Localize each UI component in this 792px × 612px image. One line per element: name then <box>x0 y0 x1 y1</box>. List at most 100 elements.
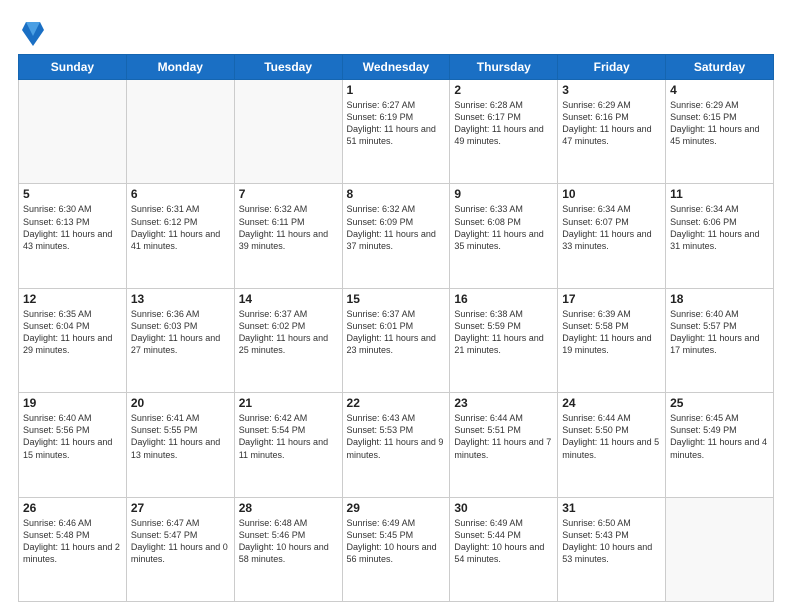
day-info: Sunrise: 6:37 AM Sunset: 6:02 PM Dayligh… <box>239 308 338 357</box>
day-number: 4 <box>670 83 769 97</box>
day-number: 28 <box>239 501 338 515</box>
day-info: Sunrise: 6:46 AM Sunset: 5:48 PM Dayligh… <box>23 517 122 566</box>
day-info: Sunrise: 6:48 AM Sunset: 5:46 PM Dayligh… <box>239 517 338 566</box>
day-number: 6 <box>131 187 230 201</box>
calendar-cell: 21 Sunrise: 6:42 AM Sunset: 5:54 PM Dayli… <box>234 393 342 497</box>
weekday-header: Tuesday <box>234 55 342 80</box>
calendar-cell: 5 Sunrise: 6:30 AM Sunset: 6:13 PM Daylig… <box>19 184 127 288</box>
day-number: 9 <box>454 187 553 201</box>
calendar-cell <box>126 80 234 184</box>
calendar-cell: 26 Sunrise: 6:46 AM Sunset: 5:48 PM Dayli… <box>19 497 127 601</box>
day-info: Sunrise: 6:43 AM Sunset: 5:53 PM Dayligh… <box>347 412 446 461</box>
day-info: Sunrise: 6:35 AM Sunset: 6:04 PM Dayligh… <box>23 308 122 357</box>
day-info: Sunrise: 6:47 AM Sunset: 5:47 PM Dayligh… <box>131 517 230 566</box>
day-info: Sunrise: 6:50 AM Sunset: 5:43 PM Dayligh… <box>562 517 661 566</box>
day-number: 12 <box>23 292 122 306</box>
day-info: Sunrise: 6:28 AM Sunset: 6:17 PM Dayligh… <box>454 99 553 148</box>
calendar-cell: 30Sunrise: 6:49 AM Sunset: 5:44 PM Dayli… <box>450 497 558 601</box>
day-info: Sunrise: 6:33 AM Sunset: 6:08 PM Dayligh… <box>454 203 553 252</box>
day-number: 20 <box>131 396 230 410</box>
weekday-header: Saturday <box>666 55 774 80</box>
day-info: Sunrise: 6:30 AM Sunset: 6:13 PM Dayligh… <box>23 203 122 252</box>
day-number: 15 <box>347 292 446 306</box>
calendar-cell: 4 Sunrise: 6:29 AM Sunset: 6:15 PM Daylig… <box>666 80 774 184</box>
day-number: 14 <box>239 292 338 306</box>
day-number: 3 <box>562 83 661 97</box>
calendar-week-row: 19 Sunrise: 6:40 AM Sunset: 5:56 PM Dayli… <box>19 393 774 497</box>
day-info: Sunrise: 6:42 AM Sunset: 5:54 PM Dayligh… <box>239 412 338 461</box>
weekday-header-row: SundayMondayTuesdayWednesdayThursdayFrid… <box>19 55 774 80</box>
calendar-cell: 9 Sunrise: 6:33 AM Sunset: 6:08 PM Daylig… <box>450 184 558 288</box>
calendar-cell: 24Sunrise: 6:44 AM Sunset: 5:50 PM Dayli… <box>558 393 666 497</box>
day-number: 11 <box>670 187 769 201</box>
day-number: 10 <box>562 187 661 201</box>
calendar-week-row: 5 Sunrise: 6:30 AM Sunset: 6:13 PM Daylig… <box>19 184 774 288</box>
day-number: 31 <box>562 501 661 515</box>
calendar-cell: 15Sunrise: 6:37 AM Sunset: 6:01 PM Dayli… <box>342 288 450 392</box>
day-info: Sunrise: 6:40 AM Sunset: 5:56 PM Dayligh… <box>23 412 122 461</box>
calendar-cell: 14 Sunrise: 6:37 AM Sunset: 6:02 PM Dayli… <box>234 288 342 392</box>
calendar-cell: 10 Sunrise: 6:34 AM Sunset: 6:07 PM Dayli… <box>558 184 666 288</box>
day-info: Sunrise: 6:29 AM Sunset: 6:15 PM Dayligh… <box>670 99 769 148</box>
calendar-cell: 13 Sunrise: 6:36 AM Sunset: 6:03 PM Dayli… <box>126 288 234 392</box>
day-number: 5 <box>23 187 122 201</box>
day-info: Sunrise: 6:27 AM Sunset: 6:19 PM Dayligh… <box>347 99 446 148</box>
day-info: Sunrise: 6:36 AM Sunset: 6:03 PM Dayligh… <box>131 308 230 357</box>
day-number: 22 <box>347 396 446 410</box>
day-info: Sunrise: 6:40 AM Sunset: 5:57 PM Dayligh… <box>670 308 769 357</box>
day-info: Sunrise: 6:49 AM Sunset: 5:45 PM Dayligh… <box>347 517 446 566</box>
calendar-cell: 7 Sunrise: 6:32 AM Sunset: 6:11 PM Daylig… <box>234 184 342 288</box>
day-info: Sunrise: 6:41 AM Sunset: 5:55 PM Dayligh… <box>131 412 230 461</box>
calendar-cell: 16Sunrise: 6:38 AM Sunset: 5:59 PM Dayli… <box>450 288 558 392</box>
calendar-cell <box>666 497 774 601</box>
weekday-header: Monday <box>126 55 234 80</box>
calendar-cell: 2 Sunrise: 6:28 AM Sunset: 6:17 PM Daylig… <box>450 80 558 184</box>
day-number: 7 <box>239 187 338 201</box>
calendar-week-row: 1 Sunrise: 6:27 AM Sunset: 6:19 PM Daylig… <box>19 80 774 184</box>
calendar-cell: 19 Sunrise: 6:40 AM Sunset: 5:56 PM Dayli… <box>19 393 127 497</box>
day-number: 25 <box>670 396 769 410</box>
calendar-cell: 11 Sunrise: 6:34 AM Sunset: 6:06 PM Dayli… <box>666 184 774 288</box>
calendar-cell: 3 Sunrise: 6:29 AM Sunset: 6:16 PM Daylig… <box>558 80 666 184</box>
day-number: 1 <box>347 83 446 97</box>
day-info: Sunrise: 6:29 AM Sunset: 6:16 PM Dayligh… <box>562 99 661 148</box>
calendar-cell: 27 Sunrise: 6:47 AM Sunset: 5:47 PM Dayli… <box>126 497 234 601</box>
day-info: Sunrise: 6:34 AM Sunset: 6:06 PM Dayligh… <box>670 203 769 252</box>
logo <box>18 18 44 46</box>
header <box>18 18 774 46</box>
calendar-cell: 8 Sunrise: 6:32 AM Sunset: 6:09 PM Daylig… <box>342 184 450 288</box>
day-number: 27 <box>131 501 230 515</box>
weekday-header: Wednesday <box>342 55 450 80</box>
calendar-cell: 20 Sunrise: 6:41 AM Sunset: 5:55 PM Dayli… <box>126 393 234 497</box>
calendar-week-row: 26 Sunrise: 6:46 AM Sunset: 5:48 PM Dayli… <box>19 497 774 601</box>
calendar-cell: 12 Sunrise: 6:35 AM Sunset: 6:04 PM Dayli… <box>19 288 127 392</box>
calendar-cell: 28 Sunrise: 6:48 AM Sunset: 5:46 PM Dayli… <box>234 497 342 601</box>
day-number: 26 <box>23 501 122 515</box>
day-number: 21 <box>239 396 338 410</box>
calendar: SundayMondayTuesdayWednesdayThursdayFrid… <box>18 54 774 602</box>
day-info: Sunrise: 6:31 AM Sunset: 6:12 PM Dayligh… <box>131 203 230 252</box>
weekday-header: Thursday <box>450 55 558 80</box>
calendar-cell: 29Sunrise: 6:49 AM Sunset: 5:45 PM Dayli… <box>342 497 450 601</box>
day-number: 2 <box>454 83 553 97</box>
day-number: 16 <box>454 292 553 306</box>
day-info: Sunrise: 6:44 AM Sunset: 5:51 PM Dayligh… <box>454 412 553 461</box>
calendar-cell: 1 Sunrise: 6:27 AM Sunset: 6:19 PM Daylig… <box>342 80 450 184</box>
day-number: 8 <box>347 187 446 201</box>
day-info: Sunrise: 6:34 AM Sunset: 6:07 PM Dayligh… <box>562 203 661 252</box>
logo-icon <box>22 18 44 46</box>
calendar-cell: 17Sunrise: 6:39 AM Sunset: 5:58 PM Dayli… <box>558 288 666 392</box>
day-number: 13 <box>131 292 230 306</box>
day-info: Sunrise: 6:45 AM Sunset: 5:49 PM Dayligh… <box>670 412 769 461</box>
day-number: 19 <box>23 396 122 410</box>
calendar-cell: 22 Sunrise: 6:43 AM Sunset: 5:53 PM Dayli… <box>342 393 450 497</box>
weekday-header: Friday <box>558 55 666 80</box>
day-number: 23 <box>454 396 553 410</box>
day-info: Sunrise: 6:39 AM Sunset: 5:58 PM Dayligh… <box>562 308 661 357</box>
calendar-week-row: 12 Sunrise: 6:35 AM Sunset: 6:04 PM Dayli… <box>19 288 774 392</box>
page: SundayMondayTuesdayWednesdayThursdayFrid… <box>0 0 792 612</box>
day-info: Sunrise: 6:32 AM Sunset: 6:11 PM Dayligh… <box>239 203 338 252</box>
calendar-cell: 31 Sunrise: 6:50 AM Sunset: 5:43 PM Dayli… <box>558 497 666 601</box>
calendar-cell <box>19 80 127 184</box>
day-info: Sunrise: 6:32 AM Sunset: 6:09 PM Dayligh… <box>347 203 446 252</box>
